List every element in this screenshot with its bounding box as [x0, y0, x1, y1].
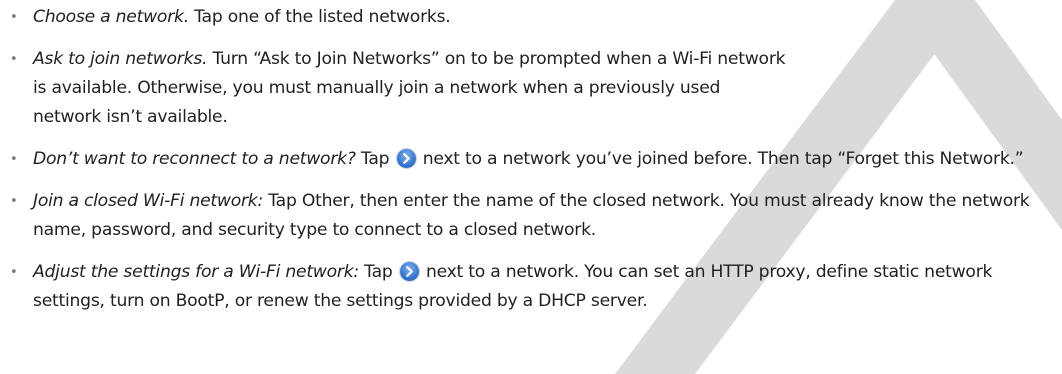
item-lead: Join a closed Wi-Fi network:: [33, 191, 264, 211]
item-lead: Choose a network.: [33, 7, 189, 27]
item-text: Tap one of the listed networks.: [188, 7, 451, 27]
disclosure-arrow-icon: [396, 149, 416, 168]
list-item: Ask to join networks. Turn “Ask to Join …: [0, 45, 793, 132]
bullet-list: Choose a network. Tap one of the listed …: [0, 3, 1062, 316]
item-text-before: Tap: [355, 149, 395, 169]
list-item: Adjust the settings for a Wi-Fi network:…: [0, 258, 1062, 316]
item-lead: Don’t want to reconnect to a network?: [33, 149, 356, 169]
bullet-list-container: Choose a network. Tap one of the listed …: [0, 0, 1062, 316]
item-lead: Ask to join networks.: [33, 49, 208, 69]
item-text-after: next to a network you’ve joined before. …: [417, 149, 1024, 169]
item-lead: Adjust the settings for a Wi-Fi network:: [33, 262, 359, 282]
list-item: Choose a network. Tap one of the listed …: [0, 3, 1043, 32]
item-text-before: Tap: [358, 262, 398, 282]
list-item: Join a closed Wi-Fi network: Tap Other, …: [0, 187, 1043, 245]
disclosure-arrow-icon: [399, 262, 419, 281]
list-item: Don’t want to reconnect to a network? Ta…: [0, 145, 1043, 174]
